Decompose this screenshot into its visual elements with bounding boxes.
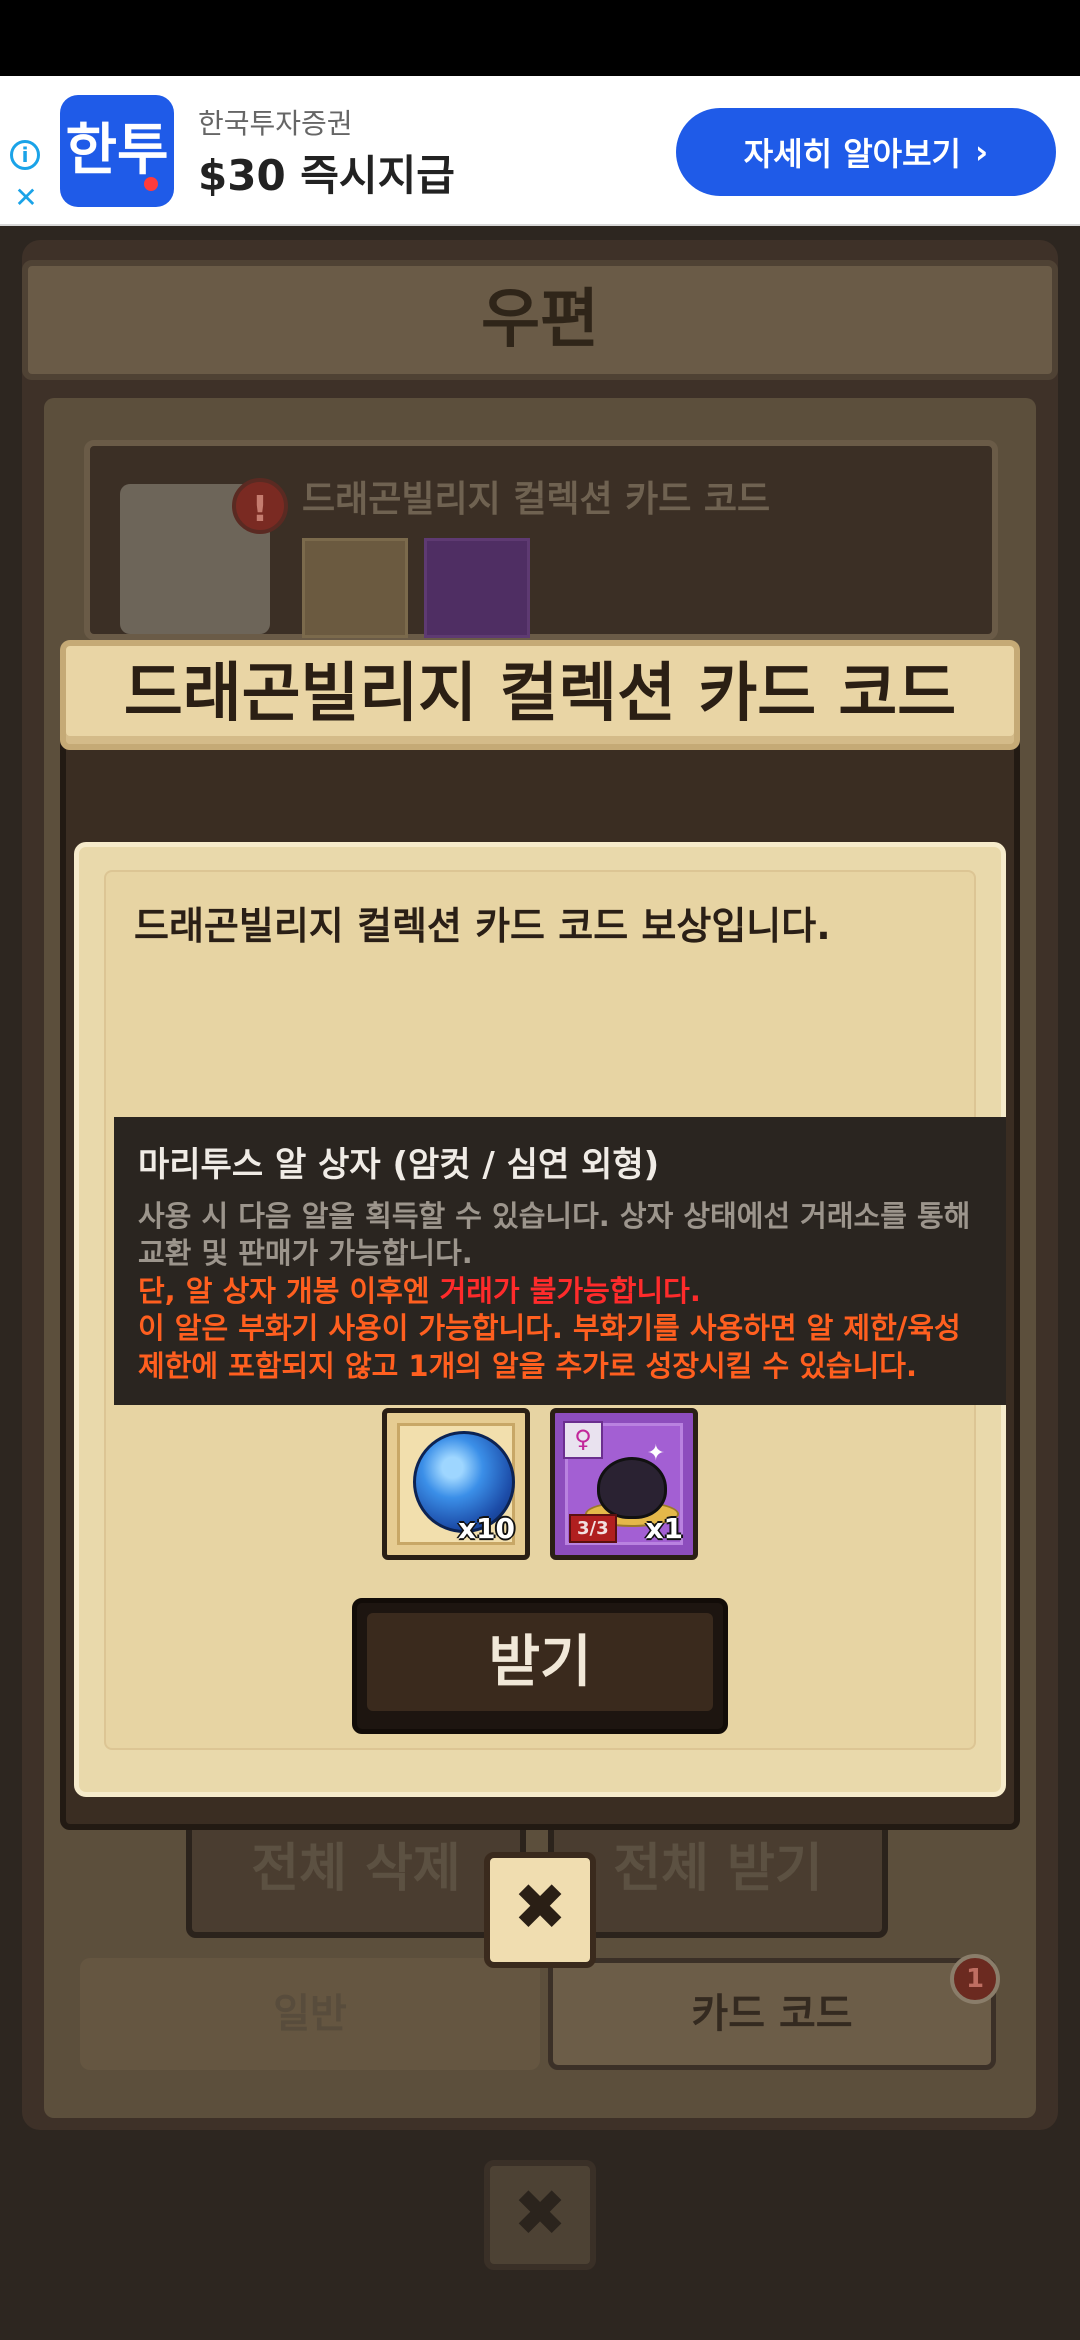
tooltip-warning-line: 이 알은 부화기 사용이 가능합니다. 부화기를 사용하면 알 제한/육성 [138, 1311, 961, 1345]
tooltip-description-line: 교환 및 판매가 가능합니다. [138, 1236, 473, 1270]
tooltip-warning-line: 단, 알 상자 개봉 이후엔 거래가 불가능합니다. [138, 1268, 701, 1310]
egg-stage-label: 3/3 [569, 1514, 617, 1543]
ad-cta-button[interactable]: 자세히 알아보기 › [676, 108, 1056, 196]
ad-headline: $30 즉시지급 [198, 151, 455, 200]
mail-subject: 드래곤빌리지 컬렉션 카드 코드 [302, 479, 771, 520]
reward-quantity: x10 [457, 1512, 515, 1545]
tab-card-code[interactable]: 카드 코드 [548, 1958, 996, 2070]
dragon-egg-icon [597, 1457, 667, 1519]
app-logo-text: 한투 [65, 118, 169, 183]
close-icon[interactable]: ✕ [8, 180, 44, 216]
tooltip-warning-text: 단, 알 상자 개봉 이후엔 [138, 1274, 440, 1308]
status-bar [0, 0, 1080, 76]
alert-icon: ! [232, 478, 288, 534]
mailbox-title: 우편 [22, 260, 1058, 380]
reward-item-orb[interactable]: x10 [382, 1408, 530, 1560]
tooltip-warning-highlight: 거래가 불가능합니다. [439, 1274, 701, 1308]
mail-reward-thumb-orb [302, 538, 408, 638]
tooltip-warning-line: 제한에 포함되지 않고 1개의 알을 추가로 성장시킬 수 있습니다. [138, 1349, 917, 1383]
receive-button-label: 받기 [367, 1613, 713, 1711]
info-icon[interactable]: i [10, 140, 40, 170]
mail-reward-thumb-egg [424, 538, 530, 638]
tooltip-description-line: 사용 시 다음 알을 획득할 수 있습니다. 상자 상태에선 거래소를 통해 [138, 1199, 971, 1233]
mailbox-close-button[interactable]: ✖ [484, 2160, 596, 2270]
ad-cta-label: 자세히 알아보기 [743, 135, 962, 173]
receive-button[interactable]: 받기 [352, 1598, 728, 1734]
dialog-close-button[interactable]: ✖ [484, 1852, 596, 1968]
tooltip-title: 마리투스 알 상자 (암컷 / 심연 외형) [138, 1145, 660, 1185]
reward-quantity: x1 [645, 1512, 683, 1545]
logo-dot [144, 177, 158, 191]
ad-brand-name: 한국투자증권 [198, 107, 353, 140]
female-icon: ♀ [563, 1421, 603, 1459]
message-text: 드래곤빌리지 컬렉션 카드 코드 보상입니다. [134, 904, 831, 948]
tab-general[interactable]: 일반 [80, 1958, 540, 2070]
chevron-right-icon: › [975, 133, 989, 171]
app-logo[interactable]: 한투 [60, 95, 174, 207]
notification-badge: 1 [950, 1954, 1000, 2004]
dialog-title: 드래곤빌리지 컬렉션 카드 코드 [60, 640, 1020, 750]
reward-item-egg[interactable]: ♀ ✦ 3/3 x1 [550, 1408, 698, 1560]
